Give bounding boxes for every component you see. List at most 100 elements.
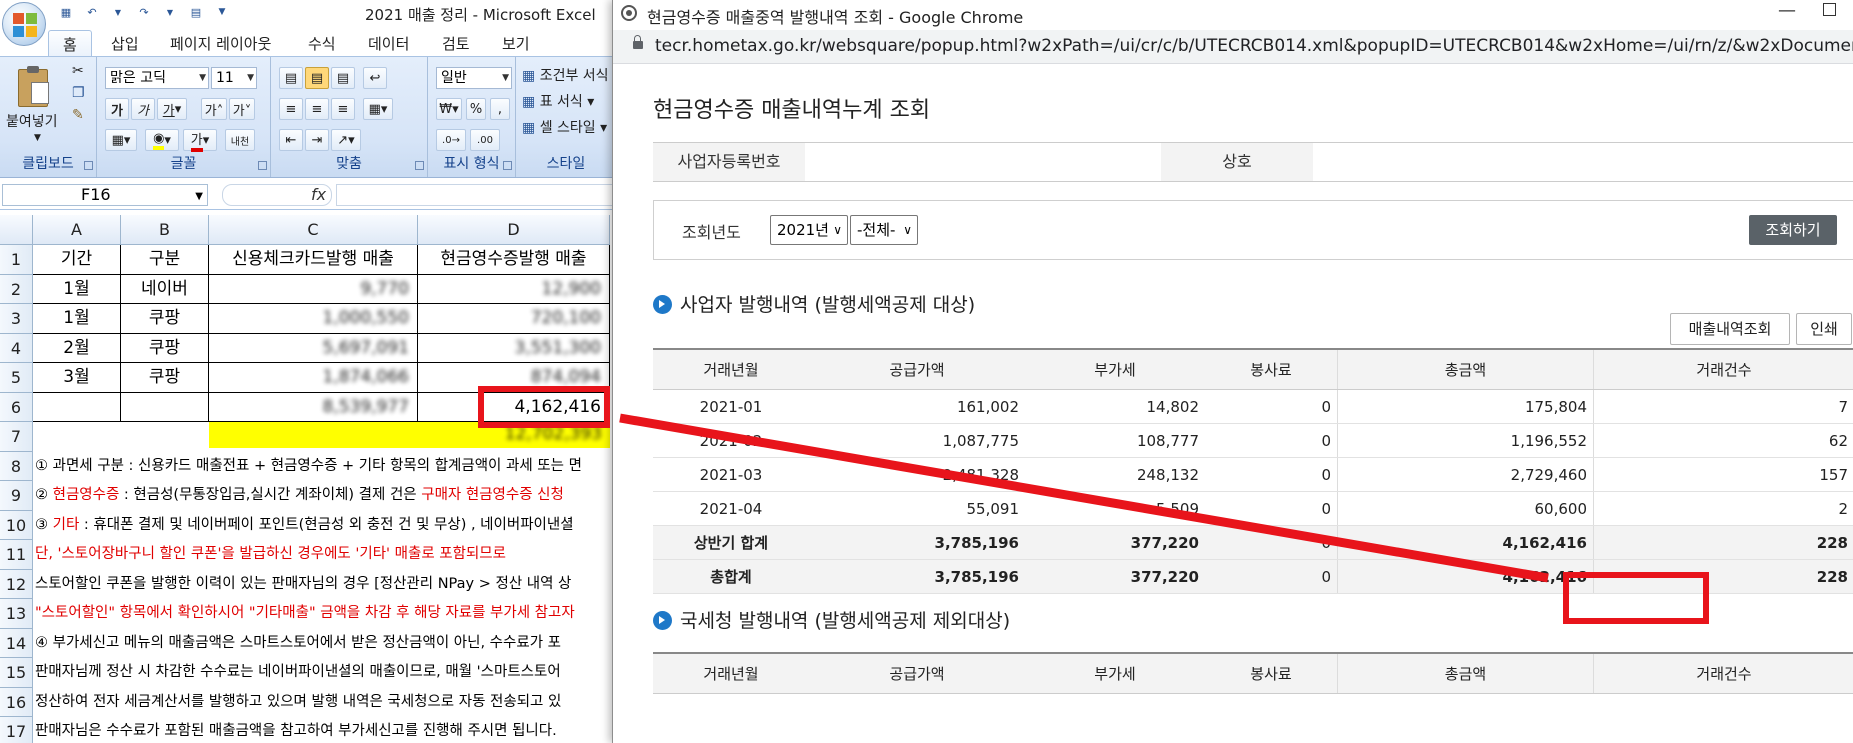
save-icon[interactable]: ▦ (58, 5, 74, 19)
column-header-c[interactable]: C (209, 215, 418, 245)
decrease-indent-icon[interactable]: ⇤ (279, 129, 303, 151)
amount-cell[interactable]: 1,874,066 (209, 363, 418, 393)
chevron-down-icon[interactable]: ▼ (34, 133, 41, 143)
row-header-1[interactable]: 1 (0, 245, 33, 275)
period-select[interactable]: -전체- ∨ (850, 215, 918, 245)
font-size-select[interactable]: 11 ▼ (211, 67, 257, 89)
row-header-3[interactable]: 3 (0, 304, 33, 334)
align-middle-icon[interactable]: ▤ (305, 67, 329, 89)
text-cell[interactable]: 3월 (33, 363, 121, 393)
empty-cell[interactable] (33, 392, 121, 422)
increase-indent-icon[interactable]: ⇥ (305, 129, 329, 151)
format-painter-icon[interactable]: ✎ (72, 107, 84, 123)
align-center-icon[interactable]: ≡ (305, 98, 329, 120)
header-cell[interactable]: 현금영수증발행 매출 (418, 245, 610, 275)
maximize-icon[interactable] (1823, 3, 1836, 16)
paste-icon[interactable] (18, 66, 49, 107)
address-bar[interactable]: tecr.hometax.go.kr/websquare/popup.html?… (613, 30, 1853, 64)
row-header-15[interactable]: 15 (0, 658, 33, 688)
row-header-8[interactable]: 8 (0, 451, 33, 481)
dialog-launcher-icon[interactable] (503, 161, 512, 170)
row-header-17[interactable]: 17 (0, 717, 33, 743)
note-line[interactable]: 스토어할인 쿠폰을 발행한 이력이 있는 판매자님의 경우 [정산관리 NPay… (35, 570, 571, 600)
tab-data[interactable]: 데이터 (368, 33, 409, 54)
amount-cell[interactable]: 12,900 (418, 274, 610, 304)
text-cell[interactable]: 1월 (33, 274, 121, 304)
merge-center-icon[interactable]: ▦▾ (363, 98, 393, 120)
phonetic-icon[interactable]: 내천 (225, 129, 255, 151)
note-line[interactable]: 정산하여 전자 세금계산서를 발행하고 있으며 발행 내역은 국세청으로 자동 … (35, 688, 561, 718)
total-cash-receipt-cell[interactable]: 4,162,416 (418, 392, 610, 422)
text-cell[interactable]: 쿠팡 (121, 333, 209, 363)
align-right-icon[interactable]: ≡ (331, 98, 355, 120)
tab-home[interactable]: 홈 (48, 30, 92, 58)
tab-page-layout[interactable]: 페이지 레이아웃 (170, 33, 271, 54)
font-name-select[interactable]: 맑은 고딕 ▼ (105, 67, 209, 89)
dialog-launcher-icon[interactable] (258, 161, 267, 170)
tab-insert[interactable]: 삽입 (111, 33, 139, 54)
align-bottom-icon[interactable]: ▤ (331, 67, 355, 89)
number-format-select[interactable]: 일반 ▼ (436, 67, 512, 89)
note-line[interactable]: 단, '스토어장바구니 할인 쿠폰'을 발급하신 경우에도 '기타' 매출로 포… (35, 540, 506, 570)
insert-function-button[interactable]: fx (222, 184, 332, 206)
office-button[interactable] (2, 2, 46, 46)
bold-button[interactable]: 가 (105, 98, 129, 120)
decrease-decimal-icon[interactable]: .00 (470, 129, 500, 151)
currency-icon[interactable]: ₩▾ (436, 98, 462, 120)
customize-qat-icon[interactable]: ▼ (214, 5, 230, 19)
name-box[interactable]: F16 ▼ (2, 184, 208, 206)
column-header-a[interactable]: A (33, 215, 121, 245)
fill-color-icon[interactable]: ◉ ▾ (145, 129, 179, 151)
text-cell[interactable]: 쿠팡 (121, 363, 209, 393)
note-line[interactable]: ② 현금영수증 : 현금성(무통장입금,실시간 계좌이체) 결제 건은 구매자 … (35, 481, 564, 511)
print-preview-icon[interactable]: ▤ (188, 5, 204, 19)
tab-view[interactable]: 보기 (502, 33, 530, 54)
total-credit-cell[interactable]: 8,539,977 (209, 392, 418, 422)
print-button[interactable]: 인쇄 (1796, 313, 1852, 345)
empty-cell[interactable] (121, 392, 209, 422)
text-orientation-icon[interactable]: ↗▾ (331, 129, 361, 151)
column-header-d[interactable]: D (418, 215, 610, 245)
percent-icon[interactable]: % (466, 98, 486, 120)
row-header-7[interactable]: 7 (0, 422, 33, 452)
header-cell[interactable]: 구분 (121, 245, 209, 275)
grow-font-icon[interactable]: 가˄ (201, 98, 227, 120)
note-line[interactable]: ③ 기타 : 휴대폰 결제 및 네이버페이 포인트(현금성 외 충전 건 및 무… (35, 511, 574, 541)
wrap-text-icon[interactable]: ↩ (363, 67, 387, 89)
redo-icon[interactable]: ↷ (136, 5, 152, 19)
row-header-4[interactable]: 4 (0, 333, 33, 363)
lock-icon[interactable] (633, 35, 643, 49)
row-header-5[interactable]: 5 (0, 363, 33, 393)
row-header-6[interactable]: 6 (0, 392, 33, 422)
amount-cell[interactable]: 5,697,091 (209, 333, 418, 363)
tab-formulas[interactable]: 수식 (308, 33, 336, 54)
amount-cell[interactable]: 3,551,300 (418, 333, 610, 363)
note-line[interactable]: ④ 부가세신고 메뉴의 매출금액은 스마트스토어에서 받은 정산금액이 아닌, … (35, 629, 561, 659)
row-header-10[interactable]: 10 (0, 510, 33, 540)
dialog-launcher-icon[interactable] (415, 161, 424, 170)
row-header-16[interactable]: 16 (0, 687, 33, 717)
border-icon[interactable]: ▦▾ (105, 129, 137, 151)
undo-icon[interactable]: ↶ (84, 5, 100, 19)
sales-detail-button[interactable]: 매출내역조회 (1670, 313, 1790, 345)
chevron-down-icon[interactable]: ▼ (110, 5, 126, 19)
note-line[interactable]: ① 과면세 구분 : 신용카드 매출전표 + 현금영수증 + 기타 항목의 합계… (35, 452, 582, 482)
amount-cell[interactable]: 1,000,550 (209, 304, 418, 334)
amount-cell[interactable]: 874,094 (418, 363, 610, 393)
minimize-icon[interactable]: — (1773, 0, 1801, 26)
align-left-icon[interactable]: ≡ (279, 98, 303, 120)
copy-icon[interactable]: ❐ (72, 85, 85, 101)
align-top-icon[interactable]: ▤ (279, 67, 303, 89)
tab-review[interactable]: 검토 (442, 33, 470, 54)
header-cell[interactable]: 기간 (33, 245, 121, 275)
conditional-format-button[interactable]: ▦ 조건부 서식 (522, 65, 609, 85)
text-cell[interactable]: 2월 (33, 333, 121, 363)
row-header-9[interactable]: 9 (0, 481, 33, 511)
grand-total-cell[interactable]: 12,702,393 (209, 422, 610, 448)
year-select[interactable]: 2021년 ∨ (770, 215, 848, 245)
shrink-font-icon[interactable]: 가˅ (229, 98, 255, 120)
row-header-13[interactable]: 13 (0, 599, 33, 629)
row-header-2[interactable]: 2 (0, 274, 33, 304)
cut-icon[interactable]: ✂ (72, 63, 84, 79)
dialog-launcher-icon[interactable] (84, 161, 93, 170)
